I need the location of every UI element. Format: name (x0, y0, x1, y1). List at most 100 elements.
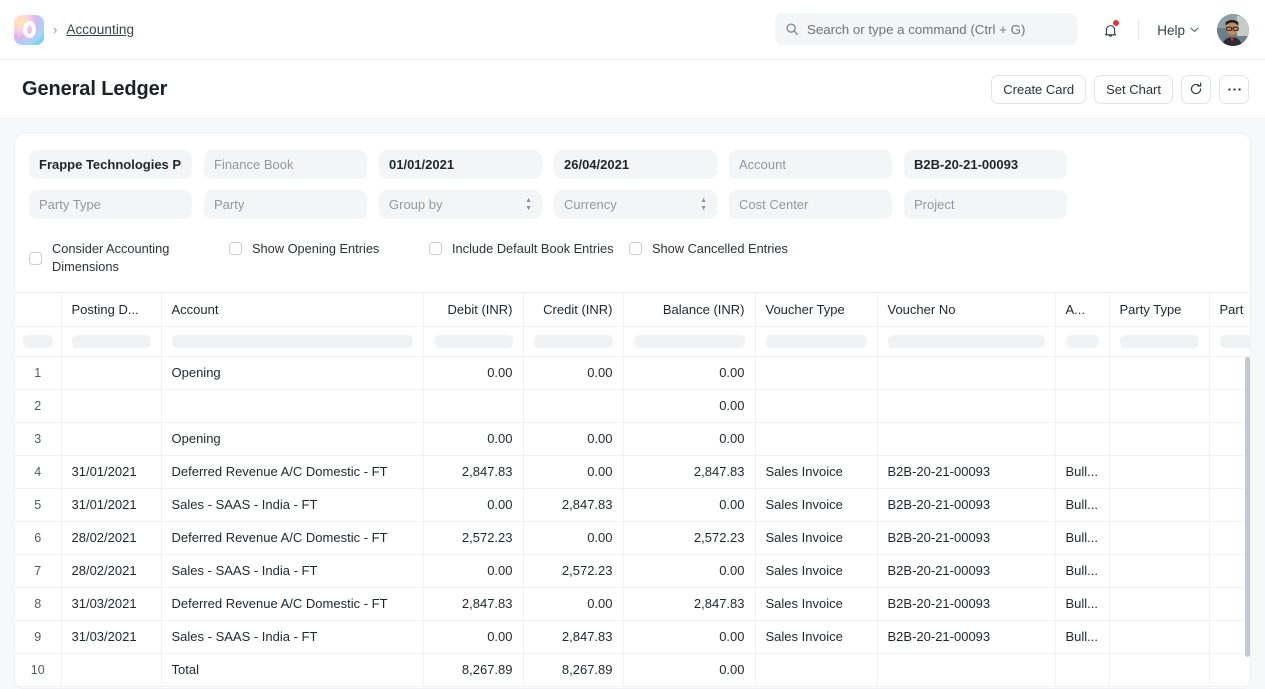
filter-field-party[interactable]: Party (204, 190, 367, 219)
table-row[interactable]: 20.00 (15, 389, 1250, 422)
column-filter-against[interactable] (1055, 326, 1109, 356)
column-header-party_type[interactable]: Party Type (1109, 293, 1209, 326)
cell-voucher_type[interactable]: Sales Invoice (755, 587, 877, 620)
filter-field-currency[interactable]: Currency▲▼ (554, 190, 717, 219)
cell-posting_date[interactable]: 28/02/2021 (61, 521, 161, 554)
checkbox-consider-accounting-dimensions[interactable]: Consider Accounting Dimensions (29, 240, 229, 276)
column-filter-party[interactable] (1209, 326, 1250, 356)
cell-party_type[interactable] (1109, 653, 1209, 686)
cell-against[interactable] (1055, 389, 1109, 422)
filter-field-voucher-no[interactable]: B2B-20-21-00093 (904, 150, 1067, 179)
cell-debit[interactable]: 0.00 (423, 554, 523, 587)
column-header-balance[interactable]: Balance (INR) (623, 293, 755, 326)
cell-voucher_no[interactable] (877, 356, 1055, 389)
cell-posting_date[interactable]: 28/02/2021 (61, 554, 161, 587)
cell-party[interactable] (1209, 356, 1250, 389)
cell-party[interactable] (1209, 521, 1250, 554)
cell-posting_date[interactable] (61, 422, 161, 455)
column-filter-account[interactable] (161, 326, 423, 356)
column-filter-input[interactable] (534, 335, 613, 348)
cell-debit[interactable]: 0.00 (423, 488, 523, 521)
cell-account[interactable]: Sales - SAAS - India - FT (161, 554, 423, 587)
cell-account[interactable]: Sales - SAAS - India - FT (161, 620, 423, 653)
filter-field-finance-book[interactable]: Finance Book (204, 150, 367, 179)
cell-party[interactable] (1209, 620, 1250, 653)
column-header-voucher_type[interactable]: Voucher Type (755, 293, 877, 326)
table-row[interactable]: 3Opening0.000.000.00 (15, 422, 1250, 455)
cell-party[interactable] (1209, 422, 1250, 455)
column-filter-input[interactable] (72, 335, 151, 348)
frappe-logo-icon[interactable] (14, 15, 44, 45)
cell-posting_date[interactable]: 31/03/2021 (61, 587, 161, 620)
cell-voucher_no[interactable]: B2B-20-21-00093 (877, 587, 1055, 620)
set-chart-button[interactable]: Set Chart (1094, 75, 1173, 104)
cell-account[interactable]: Deferred Revenue A/C Domestic - FT (161, 587, 423, 620)
column-filter-input[interactable] (23, 335, 53, 348)
cell-voucher_type[interactable]: Sales Invoice (755, 521, 877, 554)
column-filter-voucher_no[interactable] (877, 326, 1055, 356)
cell-against[interactable] (1055, 356, 1109, 389)
column-filter-input[interactable] (634, 335, 745, 348)
table-row[interactable]: 531/01/2021Sales - SAAS - India - FT0.00… (15, 488, 1250, 521)
column-filter-balance[interactable] (623, 326, 755, 356)
column-filter-credit[interactable] (523, 326, 623, 356)
cell-balance[interactable]: 2,847.83 (623, 455, 755, 488)
cell-voucher_type[interactable] (755, 389, 877, 422)
checkbox-include-default-book-entries-box[interactable] (429, 242, 442, 255)
column-filter-party_type[interactable] (1109, 326, 1209, 356)
cell-debit[interactable]: 2,572.23 (423, 521, 523, 554)
cell-voucher_type[interactable]: Sales Invoice (755, 488, 877, 521)
column-header-credit[interactable]: Credit (INR) (523, 293, 623, 326)
filter-field-cost-center[interactable]: Cost Center (729, 190, 892, 219)
cell-balance[interactable]: 0.00 (623, 488, 755, 521)
cell-voucher_no[interactable]: B2B-20-21-00093 (877, 488, 1055, 521)
cell-posting_date[interactable]: 31/03/2021 (61, 620, 161, 653)
cell-idx[interactable]: 7 (15, 554, 61, 587)
checkbox-show-cancelled-entries-box[interactable] (629, 242, 642, 255)
cell-voucher_no[interactable]: B2B-20-21-00093 (877, 620, 1055, 653)
cell-account[interactable]: Sales - SAAS - India - FT (161, 488, 423, 521)
filter-field-company[interactable]: Frappe Technologies Priv (29, 150, 192, 179)
cell-idx[interactable]: 1 (15, 356, 61, 389)
table-row[interactable]: 931/03/2021Sales - SAAS - India - FT0.00… (15, 620, 1250, 653)
column-filter-input[interactable] (434, 335, 513, 348)
cell-account[interactable]: Deferred Revenue A/C Domestic - FT (161, 521, 423, 554)
cell-debit[interactable]: 0.00 (423, 422, 523, 455)
cell-credit[interactable]: 0.00 (523, 455, 623, 488)
cell-against[interactable]: Bull... (1055, 521, 1109, 554)
column-header-against[interactable]: A... (1055, 293, 1109, 326)
cell-against[interactable]: Bull... (1055, 587, 1109, 620)
cell-debit[interactable]: 2,847.83 (423, 587, 523, 620)
cell-account[interactable] (161, 389, 423, 422)
cell-party_type[interactable] (1109, 587, 1209, 620)
cell-idx[interactable]: 6 (15, 521, 61, 554)
table-row[interactable]: 431/01/2021Deferred Revenue A/C Domestic… (15, 455, 1250, 488)
notification-bell-icon[interactable] (1094, 14, 1126, 46)
cell-debit[interactable]: 8,267.89 (423, 653, 523, 686)
column-header-voucher_no[interactable]: Voucher No (877, 293, 1055, 326)
cell-balance[interactable]: 0.00 (623, 356, 755, 389)
cell-account[interactable]: Opening (161, 422, 423, 455)
cell-party_type[interactable] (1109, 389, 1209, 422)
cell-credit[interactable]: 2,847.83 (523, 488, 623, 521)
column-filter-input[interactable] (1120, 335, 1199, 348)
vertical-scrollbar[interactable] (1245, 357, 1250, 657)
filter-field-account[interactable]: Account (729, 150, 892, 179)
checkbox-show-cancelled-entries[interactable]: Show Cancelled Entries (629, 240, 889, 276)
cell-balance[interactable]: 0.00 (623, 653, 755, 686)
cell-voucher_no[interactable]: B2B-20-21-00093 (877, 455, 1055, 488)
cell-voucher_no[interactable] (877, 653, 1055, 686)
cell-party[interactable] (1209, 653, 1250, 686)
cell-against[interactable] (1055, 653, 1109, 686)
cell-credit[interactable]: 8,267.89 (523, 653, 623, 686)
cell-voucher_type[interactable] (755, 422, 877, 455)
cell-idx[interactable]: 2 (15, 389, 61, 422)
cell-against[interactable]: Bull... (1055, 455, 1109, 488)
column-header-account[interactable]: Account (161, 293, 423, 326)
cell-balance[interactable]: 2,572.23 (623, 521, 755, 554)
cell-against[interactable]: Bull... (1055, 620, 1109, 653)
cell-posting_date[interactable] (61, 653, 161, 686)
cell-party_type[interactable] (1109, 455, 1209, 488)
cell-credit[interactable]: 2,847.83 (523, 620, 623, 653)
cell-voucher_type[interactable]: Sales Invoice (755, 620, 877, 653)
